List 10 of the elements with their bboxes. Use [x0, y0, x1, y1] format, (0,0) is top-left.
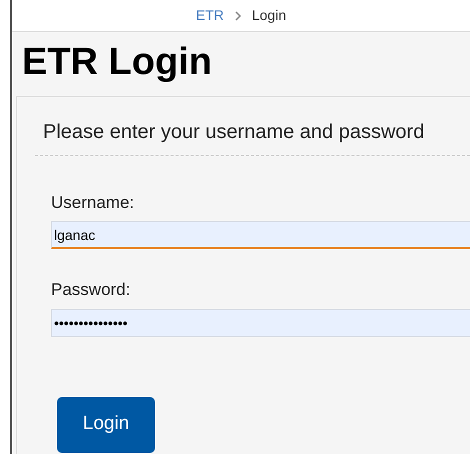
page-title: ETR Login [22, 40, 213, 85]
field-label: Username: [51, 192, 136, 214]
chevron-icon [234, 10, 242, 20]
breadcrumb-link[interactable]: ETR [196, 5, 224, 26]
login-button[interactable]: Login [57, 396, 155, 453]
instructions-text: Please enter your username and password [35, 116, 470, 156]
username-field[interactable]: lganac [51, 221, 470, 250]
breadcrumb-current: Login [252, 6, 286, 25]
field-label: Password: [51, 279, 132, 302]
password-field[interactable]: ••••••••••••••• [51, 308, 470, 337]
